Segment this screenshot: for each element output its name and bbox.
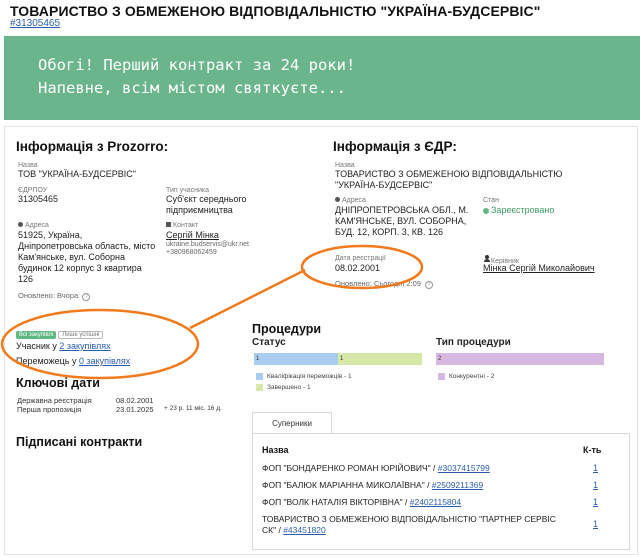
edr-updated: Оновлено: Сьогодні 2:09 [335, 279, 421, 288]
supplier-count-link[interactable]: 1 [593, 463, 598, 473]
edr-name: ТОВАРИСТВО З ОБМЕЖЕНОЮ ВІДПОВІДАЛЬНІСТЮ … [335, 169, 563, 190]
key-date-label-1: Перша пропозиція [17, 405, 82, 414]
legend-label: Конкурентні - 2 [449, 373, 495, 380]
status-legend-item: Завершено - 1 [256, 382, 352, 393]
key-dates-heading: Ключові дати [16, 376, 100, 390]
edr-address-label-wrap: Адреса [335, 197, 366, 204]
winner-prefix: Переможець у [16, 356, 79, 366]
prozorro-contact-name[interactable]: Сергій Мінка [166, 230, 219, 241]
supplier-row: ФОП "БОНДАРЕНКО РОМАН ЮРІЙОВИЧ" / #30374… [262, 463, 562, 474]
help-icon[interactable]: ? [424, 281, 433, 289]
supplier-count-link[interactable]: 1 [593, 480, 598, 490]
type-bar: 2 [436, 353, 604, 365]
supplier-name: ФОП "БОНДАРЕНКО РОМАН ЮРІЙОВИЧ" / [262, 463, 438, 473]
participant-line: Учасник у 2 закупівлях [16, 341, 111, 352]
status-bar-segment: 1 [338, 353, 422, 365]
prozorro-edrpou: 31305465 [18, 194, 59, 204]
phone-icon [166, 222, 171, 227]
legend-swatch [438, 372, 445, 380]
winner-link[interactable]: 0 закупівлях [79, 356, 130, 366]
edr-status-wrap: Зареєстровано [483, 205, 554, 216]
edr-reg-date: 08.02.2001 [335, 263, 381, 273]
key-date-value-0: 08.02.2001 [116, 396, 154, 405]
prozorro-address: 51925, Україна, Дніпропетровська область… [18, 230, 156, 284]
supplier-name: ФОП "ВОЛК НАТАЛІЯ ВІКТОРІВНА" / [262, 497, 410, 507]
status-legend: Кваліфікація переможців - 1 Завершено - 1 [256, 371, 352, 393]
prozorro-address-label: Адреса [25, 222, 49, 229]
supplier-row: ТОВАРИСТВО З ОБМЕЖЕНОЮ ВІДПОВІДАЛЬНІСТЮ … [262, 514, 572, 536]
edr-updated-wrap: Оновлено: Сьогодні 2:09? [335, 279, 433, 289]
edr-status: Зареєстровано [491, 205, 555, 215]
status-title: Статус [252, 337, 286, 348]
edr-heading: Інформація з ЄДР: [333, 139, 457, 154]
type-bar-segment: 2 [436, 353, 604, 365]
procedures-heading: Процедури [252, 322, 322, 336]
edr-address-label: Адреса [342, 197, 366, 204]
participant-prefix: Учасник у [16, 341, 60, 351]
status-bar: 11 [254, 353, 422, 365]
tab-suppliers[interactable]: Суперники [252, 412, 332, 434]
supplier-id-link[interactable]: #2509211369 [432, 480, 483, 490]
prozorro-name-label: Назва [18, 162, 38, 169]
banner-text: Обогі! Перший контракт за 24 роки! Напев… [38, 56, 356, 97]
edr-name-label: Назва [335, 162, 355, 169]
participant-link[interactable]: 2 закупівлях [59, 341, 110, 351]
supplier-name: ФОП "БАЛЮК МАРІАННА МИКОЛАЇВНА" / [262, 480, 432, 490]
legend-swatch [256, 383, 263, 391]
page-title: ТОВАРИСТВО З ОБМЕЖЕНОЮ ВІДПОВІДАЛЬНІСТЮ … [10, 3, 541, 19]
prozorro-heading: Інформація з Prozorro: [16, 139, 169, 154]
type-legend-item: Конкурентні - 2 [438, 371, 494, 382]
prozorro-contact-phone: +380968062459 [166, 249, 217, 256]
status-bar-segment: 1 [254, 353, 338, 365]
key-date-label-0: Державна реєстрація [17, 396, 92, 405]
prozorro-type: Суб'єкт середнього підприємництва [166, 194, 247, 215]
prozorro-name: ТОВ "УКРАЇНА-БУДСЕРВІС" [18, 169, 136, 179]
supplier-id-link[interactable]: #3037415799 [438, 463, 490, 473]
user-icon [483, 255, 491, 263]
prozorro-contact-label-wrap: Контакт [166, 222, 198, 229]
supplier-id-link[interactable]: #2402115804 [410, 497, 461, 507]
location-pin-icon [18, 222, 23, 227]
winner-line: Переможець у 0 закупівлях [16, 356, 130, 367]
prozorro-updated-wrap: Оновлено: Вчора? [18, 291, 91, 301]
edr-address: ДНІПРОПЕТРОВСЬКА ОБЛ., М. КАМ'ЯНСЬКЕ, ВУ… [335, 205, 469, 237]
supplier-row: ФОП "БАЛЮК МАРІАННА МИКОЛАЇВНА" / #25092… [262, 480, 562, 491]
location-pin-icon [335, 197, 340, 202]
prozorro-contact-email: ukraine.budservis@ukr.net [166, 241, 249, 248]
key-date-extra-1: + 23 р. 11 міс. 16 д. [164, 405, 222, 412]
edrpou-link[interactable]: #31305465 [10, 18, 60, 29]
participation-filters: Всі закупівлі Лише успішні [16, 323, 104, 341]
suppliers-col-name: Назва [262, 445, 289, 455]
supplier-count-link[interactable]: 1 [593, 497, 598, 507]
status-dot-icon [483, 207, 489, 214]
type-legend: Конкурентні - 2 [438, 371, 494, 382]
supplier-row: ФОП "ВОЛК НАТАЛІЯ ВІКТОРІВНА" / #2402115… [262, 497, 562, 508]
supplier-count-link[interactable]: 1 [593, 519, 598, 529]
legend-swatch [256, 372, 263, 380]
contracts-heading: Підписані контракти [16, 435, 143, 449]
edr-head-link[interactable]: Мінка Сергій Миколайович [483, 263, 595, 274]
legend-label: Завершено - 1 [267, 384, 311, 391]
help-icon[interactable]: ? [82, 293, 91, 301]
key-date-value-1: 23.01.2025 [116, 405, 154, 414]
edr-status-label: Стан [483, 197, 499, 204]
filter-all-badge[interactable]: Всі закупівлі [16, 331, 57, 339]
edr-reg-date-label: Дата реєстрації [335, 255, 386, 262]
legend-label: Кваліфікація переможців - 1 [267, 373, 352, 380]
supplier-id-link[interactable]: #43451820 [283, 525, 326, 535]
status-legend-item: Кваліфікація переможців - 1 [256, 371, 352, 382]
prozorro-address-label-wrap: Адреса [18, 222, 49, 229]
prozorro-type-label: Тип учасника [166, 187, 210, 194]
prozorro-edrpou-label: ЄДРПОУ [18, 187, 48, 194]
suppliers-col-count: К-ть [583, 445, 602, 455]
type-title: Тип процедури [436, 337, 511, 348]
filter-successful-badge[interactable]: Лише успішні [58, 331, 104, 339]
prozorro-contact-label: Контакт [173, 222, 199, 229]
prozorro-updated: Оновлено: Вчора [18, 291, 79, 300]
